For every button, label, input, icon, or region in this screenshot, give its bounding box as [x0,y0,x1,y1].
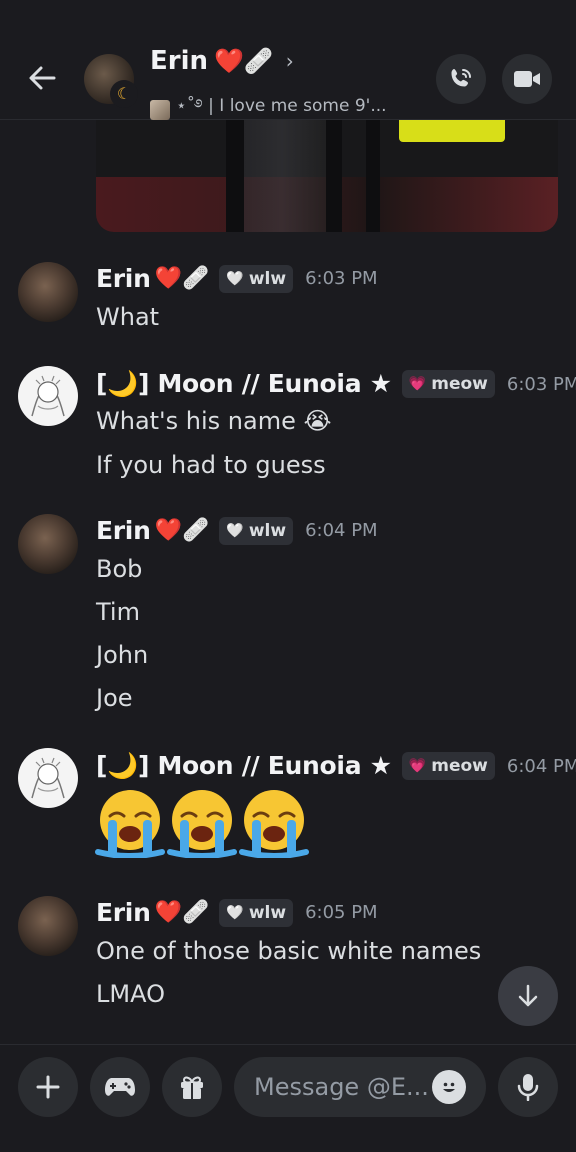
white-heart-icon: 🤍 [226,270,244,287]
video-camera-icon [514,71,540,87]
role-tag[interactable]: 🤍 wlw [219,898,294,927]
image-pole [326,120,342,232]
tag-label: wlw [248,520,287,541]
plus-icon [36,1075,60,1099]
message-composer: Message @E... [0,1044,576,1152]
message-input[interactable]: Message @E... [234,1057,486,1117]
avatar[interactable] [18,896,78,956]
message-text[interactable]: What [96,303,159,331]
timestamp: 6:03 PM [305,268,378,289]
timestamp: 6:05 PM [305,902,378,923]
gamepad-icon [105,1078,135,1096]
image-pole [366,120,380,232]
back-arrow-icon[interactable] [22,58,62,98]
image-attachment[interactable] [96,120,558,232]
avatar[interactable] [18,514,78,574]
message-header: [🌙] Moon // Eunoia ★ 💗 meow 6:03 PM [96,369,576,399]
gift-button[interactable] [162,1057,222,1117]
status-image-icon [150,100,170,120]
emoji-message[interactable] [94,786,310,858]
timestamp: 6:04 PM [506,755,576,777]
avatar[interactable] [18,262,78,322]
name-emoji: ❤️🩹 [214,47,274,75]
dm-user-name-text: Erin [150,46,209,76]
message-header: [🌙] Moon // Eunoia ★ 💗 meow 6:04 PM [96,751,576,781]
tag-label: meow [431,374,488,394]
message-text[interactable]: One of those basic white names [96,937,481,965]
chevron-right-icon: › [285,49,294,73]
emoji-picker-icon[interactable] [432,1070,466,1104]
image-shine [232,120,332,232]
idle-moon-icon: ☾ [110,80,138,108]
smiley-icon [443,1082,455,1092]
voice-message-button[interactable] [498,1057,558,1117]
gift-icon [181,1076,203,1099]
anime-avatar-icon [31,375,65,417]
role-tag[interactable]: 💗 meow [401,752,495,780]
author-name[interactable]: Erin [96,264,151,293]
author-name[interactable]: Erin [96,898,151,927]
message-text[interactable]: LMAO [96,980,165,1008]
role-tag[interactable]: 💗 meow [401,370,495,398]
loudly-crying-face-icon [239,790,309,858]
chat-header: ☾ Erin ❤️🩹 › ⋆˚࿔ | I love me some 9'... [0,0,576,120]
loudly-crying-face-icon [167,790,237,858]
message-header: Erin ❤️🩹 🤍 wlw 6:05 PM [96,898,378,927]
timestamp: 6:04 PM [305,520,378,541]
author-name[interactable]: [🌙] Moon // Eunoia ★ [96,369,392,399]
image-pole [226,120,244,232]
phone-icon [451,69,471,87]
timestamp: 6:03 PM [506,373,576,395]
message-text[interactable]: If you had to guess [96,451,326,479]
avatar[interactable] [18,748,78,808]
author-name[interactable]: Erin [96,516,151,545]
tag-label: wlw [248,268,287,289]
loudly-crying-face-icon [95,790,165,858]
white-heart-icon: 🤍 [226,904,244,921]
jump-to-present-button[interactable] [498,966,558,1026]
message-text[interactable]: Bob [96,555,142,583]
image-yellow-sign [399,120,505,142]
role-tag[interactable]: 🤍 wlw [219,264,294,293]
message-text[interactable]: Joe [96,684,133,712]
author-emoji: ❤️🩹 [154,900,210,925]
voice-call-button[interactable] [436,54,486,104]
white-heart-icon: 🤍 [226,522,244,539]
avatar[interactable] [18,366,78,426]
message-placeholder: Message @E... [254,1073,429,1101]
message-text[interactable]: Tim [96,598,140,626]
arrow-down-icon [518,984,538,1007]
dm-user-name[interactable]: Erin ❤️🩹 › [150,46,294,76]
message-header: Erin ❤️🩹 🤍 wlw 6:04 PM [96,516,378,545]
tag-label: meow [431,756,488,776]
anime-avatar-icon [31,757,65,799]
pink-heart-icon: 💗 [408,376,427,392]
tag-label: wlw [248,902,287,923]
author-emoji: ❤️🩹 [154,518,210,543]
author-name[interactable]: [🌙] Moon // Eunoia ★ [96,751,392,781]
video-call-button[interactable] [502,54,552,104]
activities-button[interactable] [90,1057,150,1117]
microphone-icon [517,1074,539,1101]
message-text[interactable]: What's his name 😭 [96,407,332,435]
message-header: Erin ❤️🩹 🤍 wlw 6:03 PM [96,264,378,293]
author-emoji: ❤️🩹 [154,266,210,291]
attach-button[interactable] [18,1057,78,1117]
role-tag[interactable]: 🤍 wlw [219,516,294,545]
pink-heart-icon: 💗 [408,758,427,774]
message-text[interactable]: John [96,641,148,669]
